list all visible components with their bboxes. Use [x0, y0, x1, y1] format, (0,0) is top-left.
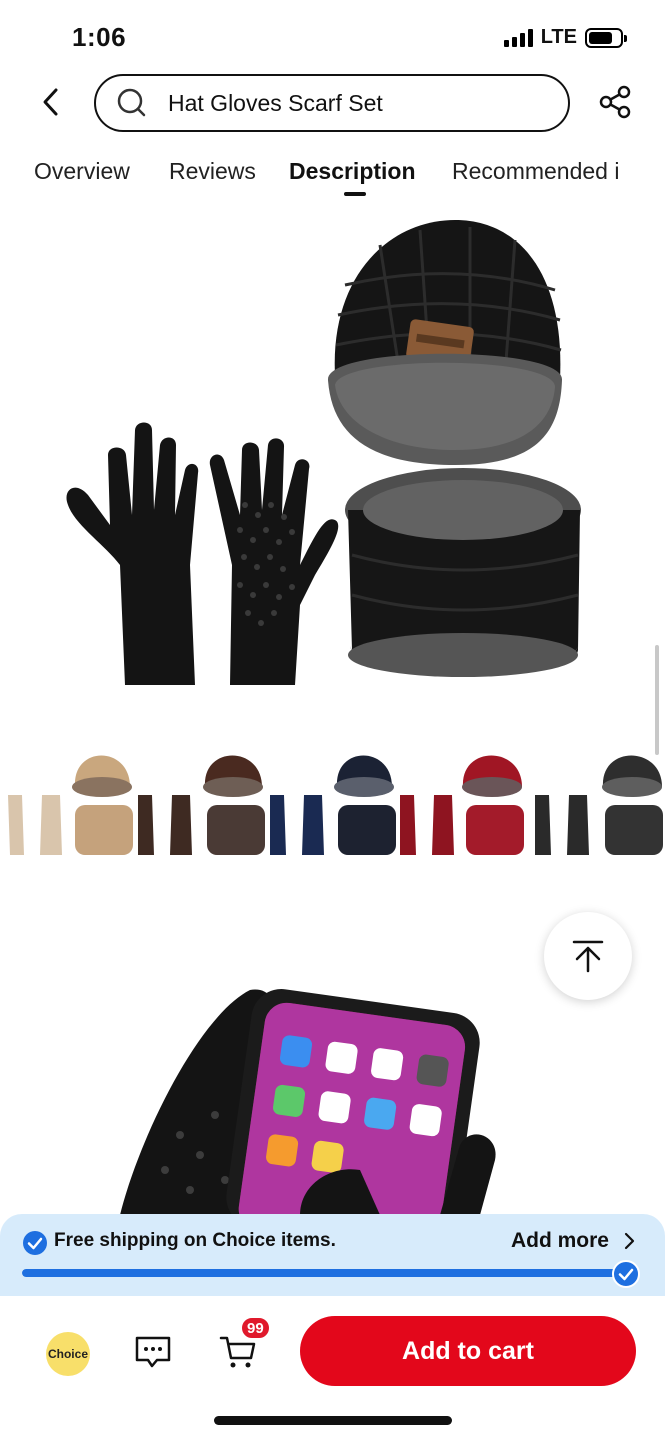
tab-overview[interactable]: Overview — [34, 158, 130, 185]
shipping-progress-bar — [22, 1269, 622, 1277]
progress-complete-icon — [612, 1260, 640, 1288]
chevron-right-icon — [624, 1232, 635, 1250]
shipping-suffix: items. — [280, 1230, 336, 1251]
beanie-illustration — [327, 220, 563, 465]
tab-description[interactable]: Description — [289, 158, 416, 185]
right-glove-illustration — [209, 438, 339, 685]
arrow-up-icon — [572, 940, 604, 973]
back-to-top-button[interactable] — [544, 912, 632, 1000]
back-button[interactable] — [34, 84, 66, 120]
check-circle-icon — [23, 1231, 47, 1255]
scroll-indicator — [655, 645, 659, 755]
add-more-button[interactable]: Add more — [511, 1229, 635, 1253]
choice-button[interactable]: Choice — [46, 1332, 90, 1376]
status-time: 1:06 — [72, 22, 127, 52]
search-input[interactable]: Hat Gloves Scarf Set — [94, 74, 570, 132]
variant-navy — [270, 755, 396, 855]
signal-icon — [503, 28, 533, 47]
share-button[interactable] — [597, 84, 633, 120]
variant-beige — [8, 755, 133, 855]
cart-count-badge: 99 — [240, 1316, 271, 1340]
shipping-message: Free shipping on Choice items. — [54, 1230, 336, 1252]
message-icon — [135, 1336, 171, 1368]
add-to-cart-button[interactable]: Add to cart — [300, 1316, 636, 1386]
status-bar: 1:06 LTE — [0, 0, 665, 72]
network-label: LTE — [540, 26, 577, 48]
tab-recommended[interactable]: Recommended i — [452, 158, 619, 185]
shipping-progress-fill — [22, 1269, 622, 1277]
search-query: Hat Gloves Scarf Set — [168, 89, 383, 116]
free-shipping-banner: Free shipping on Choice items. Add more — [0, 1214, 665, 1296]
shipping-prefix: Free shipping on — [54, 1230, 208, 1251]
product-image-main — [66, 220, 581, 685]
header: Hat Gloves Scarf Set — [0, 72, 665, 134]
touchscreen-glove-image — [120, 989, 496, 1215]
variant-dark-gray — [535, 755, 663, 855]
description-content — [0, 205, 665, 1215]
add-more-label: Add more — [510, 1229, 609, 1252]
home-indicator — [214, 1416, 452, 1425]
chevron-left-icon — [43, 88, 58, 116]
active-tab-indicator — [344, 192, 366, 196]
tab-reviews[interactable]: Reviews — [169, 158, 256, 185]
left-glove-illustration — [66, 422, 199, 685]
shipping-choice-label: Choice — [212, 1230, 276, 1251]
variant-red — [400, 755, 524, 855]
status-indicators: LTE — [503, 26, 627, 49]
search-icon — [116, 87, 148, 119]
variant-brown — [138, 755, 265, 855]
message-button[interactable] — [133, 1334, 173, 1370]
color-variants-image — [8, 755, 663, 855]
battery-icon — [585, 27, 627, 48]
section-tabs: Overview Reviews Description Recommended… — [0, 150, 665, 200]
share-icon — [599, 85, 631, 119]
neck-warmer-illustration — [345, 468, 581, 677]
bottom-action-bar: Choice 99 Add to cart — [0, 1296, 665, 1440]
